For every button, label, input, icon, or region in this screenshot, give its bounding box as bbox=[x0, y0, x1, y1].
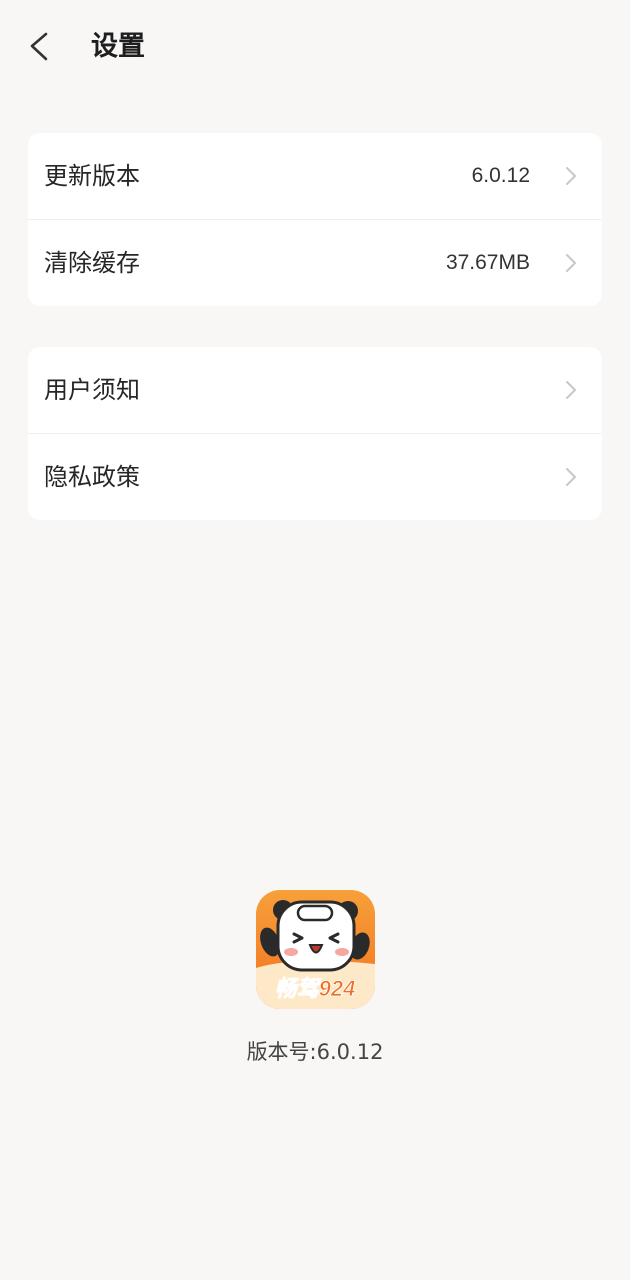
clear-cache-row[interactable]: 清除缓存 37.67MB bbox=[28, 219, 602, 306]
update-version-label: 更新版本 bbox=[44, 162, 140, 190]
cache-size-value: 37.67MB bbox=[445, 251, 530, 274]
chevron-right-icon bbox=[566, 381, 576, 399]
app-version-label: 版本号:6.0.12 bbox=[246, 1040, 384, 1064]
top-bar: 设置 bbox=[0, 0, 630, 96]
clear-cache-label: 清除缓存 bbox=[44, 249, 140, 277]
panda-mascot-logo-icon: 畅驾924 bbox=[256, 890, 375, 1009]
chevron-left-icon bbox=[30, 32, 48, 61]
page-title: 设置 bbox=[91, 31, 145, 62]
current-version-value: 6.0.12 bbox=[471, 164, 530, 187]
update-version-row[interactable]: 更新版本 6.0.12 bbox=[28, 133, 602, 219]
user-notice-label: 用户须知 bbox=[44, 376, 140, 404]
logo-text: 畅驾924 bbox=[275, 976, 356, 1001]
settings-group-legal: 用户须知 隐私政策 bbox=[28, 347, 602, 520]
privacy-policy-row[interactable]: 隐私政策 bbox=[28, 433, 602, 520]
privacy-policy-label: 隐私政策 bbox=[44, 463, 140, 491]
chevron-right-icon bbox=[566, 254, 576, 272]
chevron-right-icon bbox=[566, 468, 576, 486]
chevron-right-icon bbox=[566, 167, 576, 185]
user-notice-row[interactable]: 用户须知 bbox=[28, 347, 602, 433]
settings-group-app: 更新版本 6.0.12 清除缓存 37.67MB bbox=[28, 133, 602, 306]
app-logo: 畅驾924 bbox=[256, 890, 375, 1009]
back-button[interactable] bbox=[22, 26, 62, 66]
